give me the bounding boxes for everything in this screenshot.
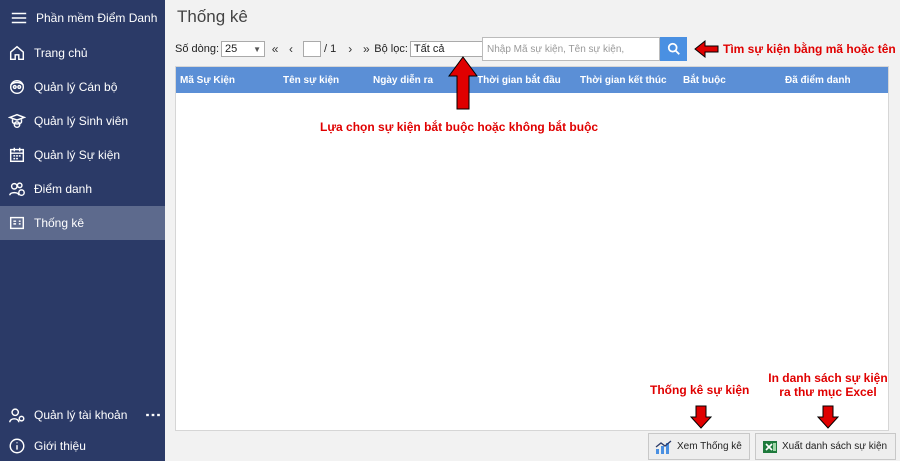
search-icon	[667, 42, 680, 55]
sidebar-item-staff[interactable]: Quản lý Cán bộ	[0, 70, 165, 104]
col-attended[interactable]: Đã điểm danh	[781, 75, 881, 86]
sidebar-item-label: Thống kê	[34, 216, 85, 230]
col-event-name[interactable]: Tên sự kiện	[279, 75, 369, 86]
menu-icon[interactable]	[8, 7, 30, 29]
sidebar-item-attendance[interactable]: Điểm danh	[0, 172, 165, 206]
staff-icon	[6, 76, 28, 98]
sidebar-item-events[interactable]: Quản lý Sự kiện	[0, 138, 165, 172]
sidebar-item-students[interactable]: Quản lý Sinh viên	[0, 104, 165, 138]
search-button[interactable]	[660, 37, 687, 61]
rows-select[interactable]: 25 ▼	[221, 41, 266, 57]
col-required[interactable]: Bắt buộc	[679, 75, 781, 86]
table-header: Mã Sự Kiện Tên sự kiện Ngày diễn ra Thời…	[176, 67, 888, 93]
view-stats-label: Xem Thống kê	[677, 441, 742, 452]
col-start-time[interactable]: Thời gian bắt đầu	[473, 75, 576, 86]
filter-select-value: Tất cả	[413, 43, 445, 55]
arrow-down-icon	[817, 405, 839, 429]
col-event-code[interactable]: Mã Sự Kiện	[176, 75, 279, 86]
chart-icon	[655, 440, 672, 454]
page-total: / 1	[324, 43, 337, 55]
export-excel-label: Xuất danh sách sự kiện	[782, 441, 888, 452]
app-title: Phần mềm Điểm Danh	[36, 11, 158, 25]
more-options-icon[interactable]: ⋮	[144, 407, 161, 423]
excel-annotation: In danh sách sự kiện ra thư mục Excel	[766, 371, 890, 399]
export-excel-button[interactable]: Xuất danh sách sự kiện	[755, 433, 896, 460]
prev-page-icon[interactable]: ‹	[285, 42, 297, 56]
sidebar-item-home[interactable]: Trang chủ	[0, 36, 165, 70]
sidebar-item-statistics[interactable]: Thống kê	[0, 206, 165, 240]
sidebar-item-account[interactable]: Quản lý tài khoản ⋮	[0, 399, 165, 431]
calendar-icon	[6, 144, 28, 166]
student-icon	[6, 110, 28, 132]
last-page-icon[interactable]: »	[360, 42, 372, 56]
stats-annotation: Thống kê sự kiện	[650, 383, 750, 397]
arrow-left-icon	[694, 39, 719, 59]
excel-icon	[763, 440, 777, 453]
report-icon	[6, 212, 28, 234]
users-icon	[6, 178, 28, 200]
page-title: Thống kê	[177, 7, 248, 26]
search-input[interactable]: Nhập Mã sự kiện, Tên sự kiện,	[482, 37, 660, 61]
sidebar-item-about[interactable]: Giới thiệu	[0, 431, 165, 461]
sidebar-bottom: Quản lý tài khoản ⋮ Giới thiệu	[0, 399, 165, 461]
chevron-down-icon: ▼	[253, 44, 262, 54]
sidebar-item-label: Quản lý tài khoản	[34, 408, 128, 422]
user-settings-icon	[6, 404, 28, 426]
search-placeholder: Nhập Mã sự kiện, Tên sự kiện,	[487, 43, 625, 55]
rows-label: Số dòng:	[175, 43, 220, 55]
page-number-input[interactable]	[303, 41, 322, 57]
excel-annotation-line2: ra thư mục Excel	[779, 385, 877, 399]
next-page-icon[interactable]: ›	[344, 42, 356, 56]
sidebar-item-label: Quản lý Sinh viên	[34, 114, 129, 128]
sidebar-item-label: Quản lý Cán bộ	[34, 80, 118, 94]
search-annotation: Tìm sự kiện bằng mã hoặc tên	[723, 42, 896, 56]
filter-label: Bộ lọc:	[374, 43, 408, 55]
arrow-down-icon	[690, 405, 712, 429]
view-stats-button[interactable]: Xem Thống kê	[648, 433, 750, 460]
sidebar-item-label: Giới thiệu	[34, 439, 86, 453]
sidebar-item-label: Điểm danh	[34, 182, 93, 196]
info-icon	[6, 435, 28, 457]
rows-select-value: 25	[225, 43, 238, 55]
filter-annotation: Lựa chọn sự kiện bắt buộc hoặc không bắt…	[320, 120, 599, 134]
col-end-time[interactable]: Thời gian kết thúc	[576, 75, 679, 86]
arrow-up-icon	[448, 56, 478, 110]
excel-annotation-line1: In danh sách sự kiện	[768, 371, 888, 385]
sidebar-header: Phần mềm Điểm Danh	[0, 0, 165, 36]
first-page-icon[interactable]: «	[269, 42, 281, 56]
sidebar-item-label: Quản lý Sự kiện	[34, 148, 121, 162]
sidebar-item-label: Trang chủ	[34, 46, 88, 60]
home-icon	[6, 42, 28, 64]
sidebar: Phần mềm Điểm Danh Trang chủ Quản lý Cán…	[0, 0, 165, 461]
